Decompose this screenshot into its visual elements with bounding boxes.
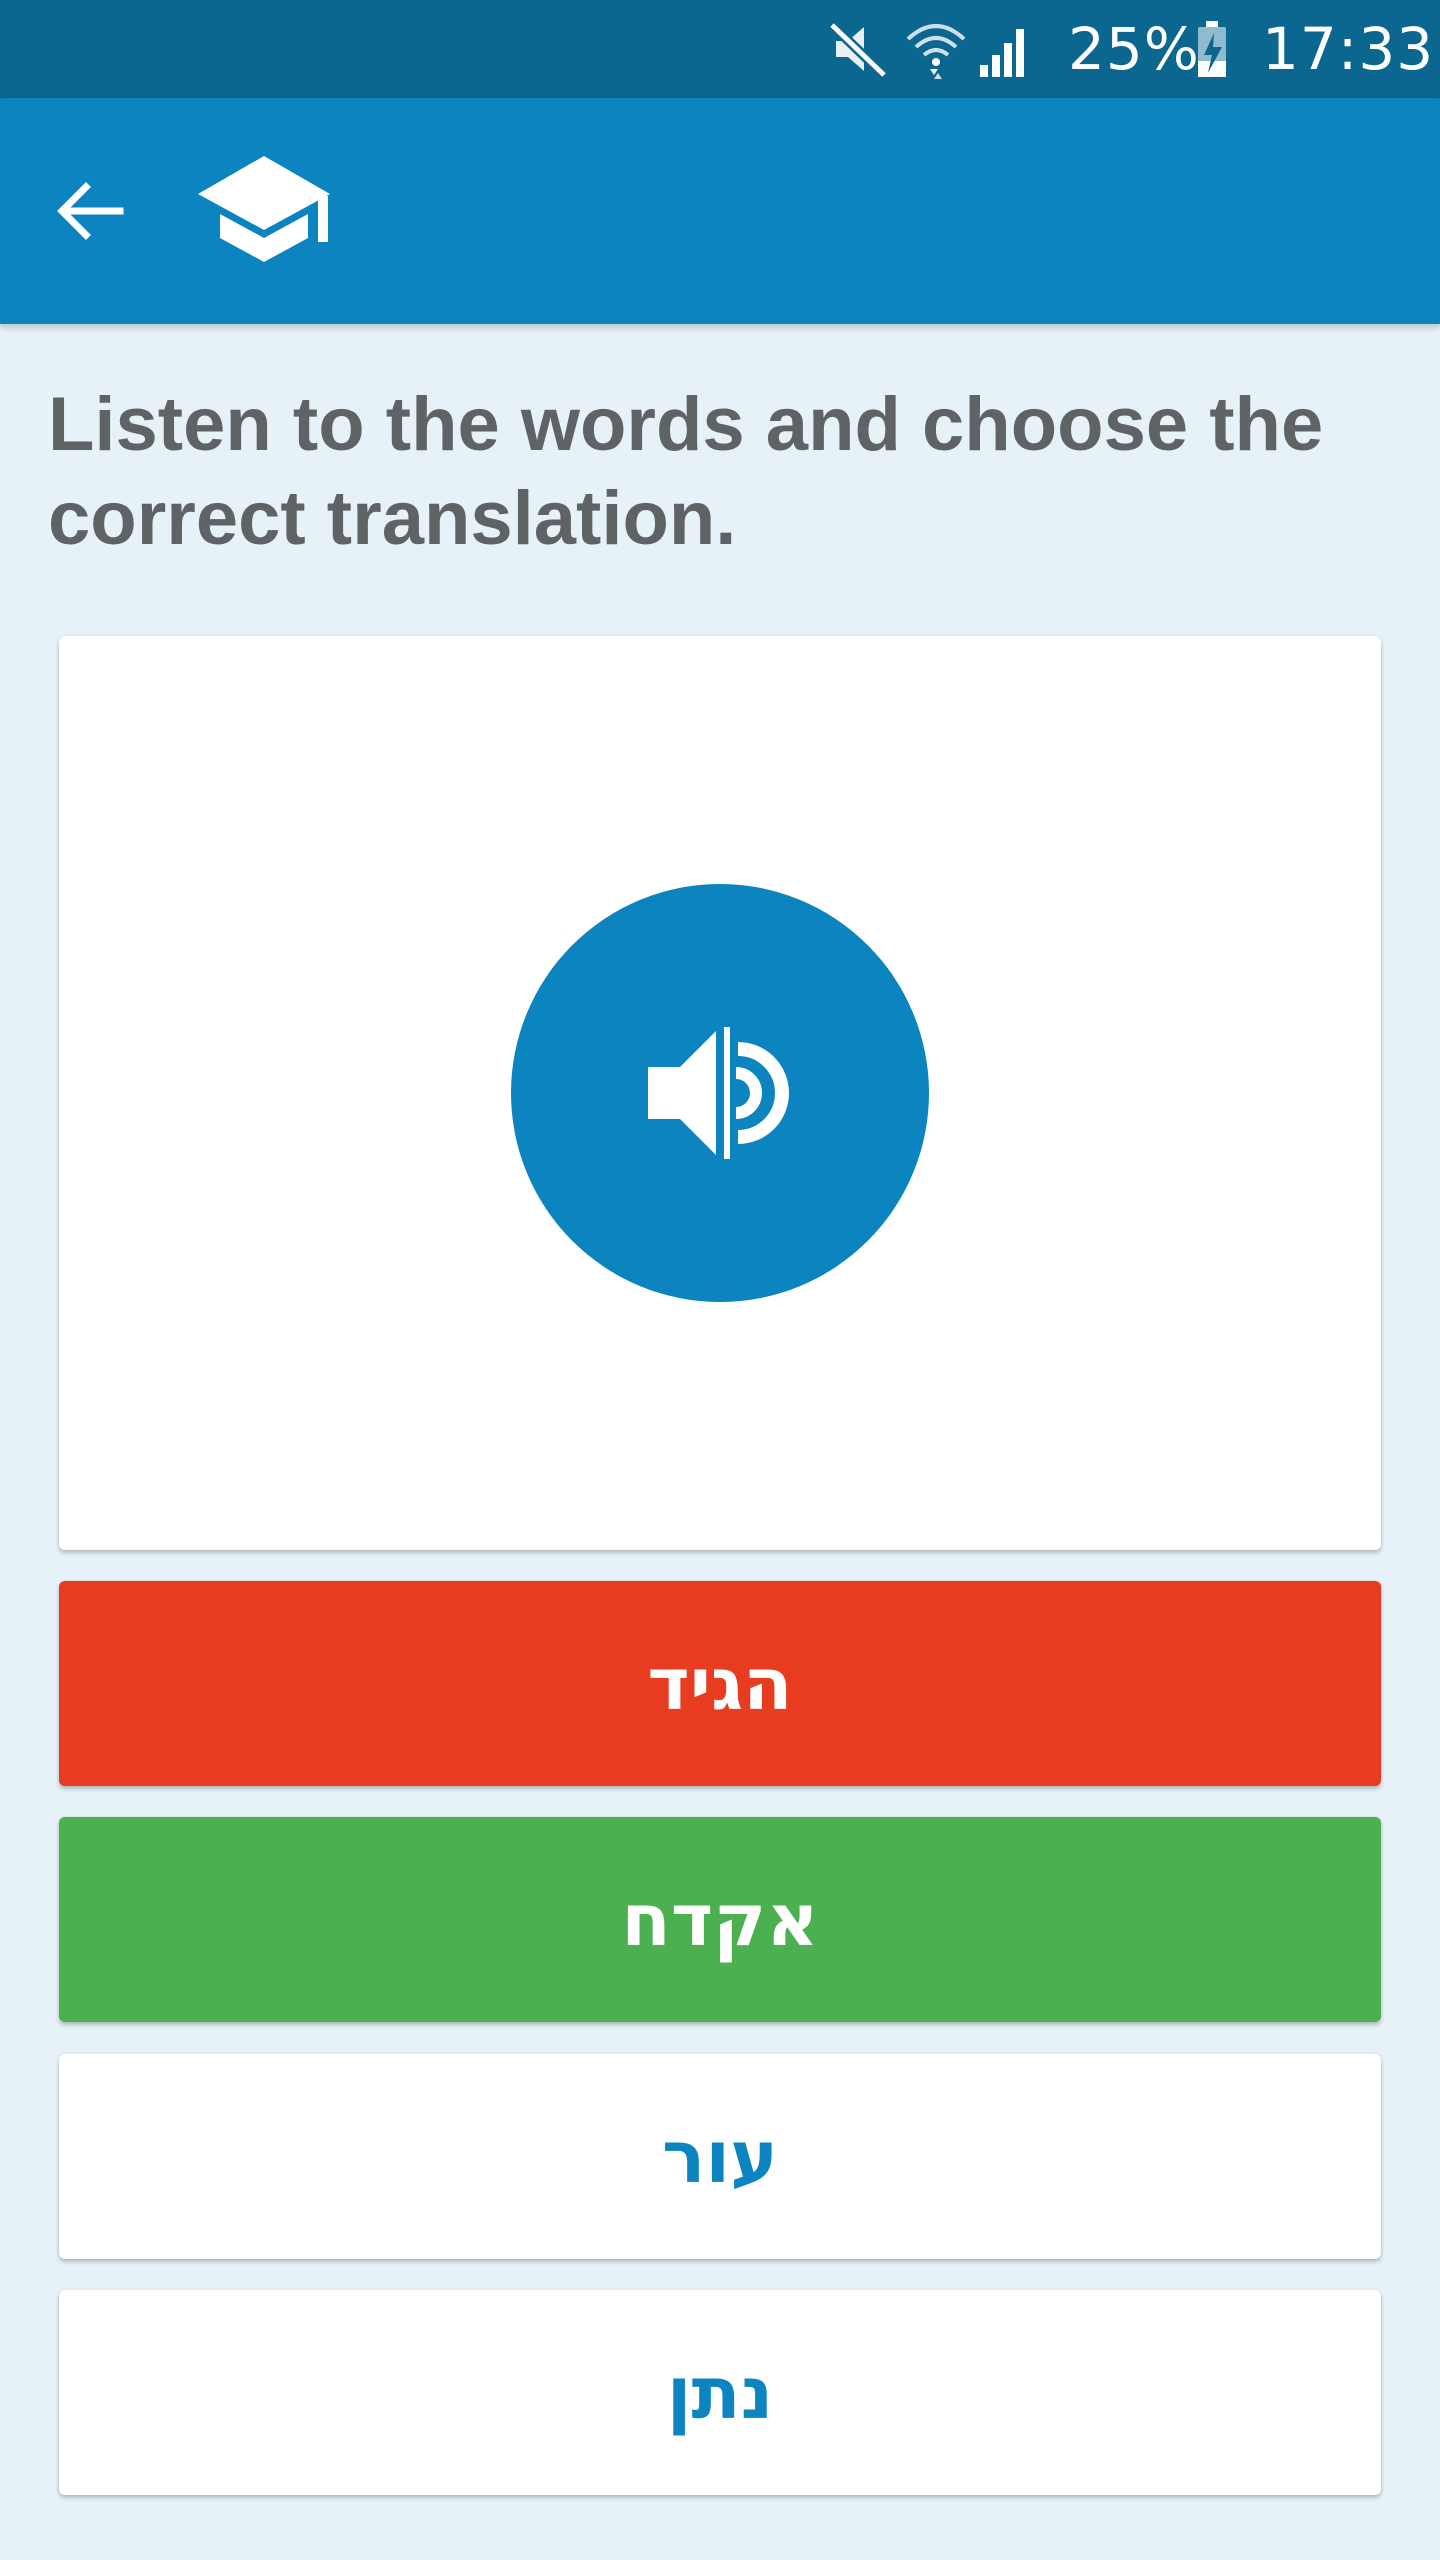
back-button[interactable] xyxy=(40,161,140,261)
audio-card xyxy=(59,636,1381,1550)
status-bar: 25% 17:33 xyxy=(0,0,1440,98)
battery-charging-icon xyxy=(1194,0,1234,98)
play-audio-button[interactable] xyxy=(511,884,929,1302)
battery-percent: 25% xyxy=(1068,15,1200,83)
graduation-cap-icon xyxy=(196,154,332,266)
exercise-instruction: Listen to the words and choose the corre… xyxy=(48,382,1324,561)
answer-option-1[interactable]: הגיד xyxy=(59,1581,1381,1786)
app-bar xyxy=(0,98,1440,324)
answer-option-3[interactable]: עור xyxy=(59,2054,1381,2259)
mute-icon xyxy=(826,0,892,98)
back-arrow-icon xyxy=(57,182,124,240)
speaker-icon xyxy=(648,1027,789,1159)
signal-icon xyxy=(976,0,1038,98)
answer-option-4[interactable]: נתן xyxy=(59,2290,1381,2495)
wifi-icon xyxy=(904,0,974,98)
answer-option-2[interactable]: אקדח xyxy=(59,1817,1381,2022)
clock: 17:33 xyxy=(1262,15,1435,83)
